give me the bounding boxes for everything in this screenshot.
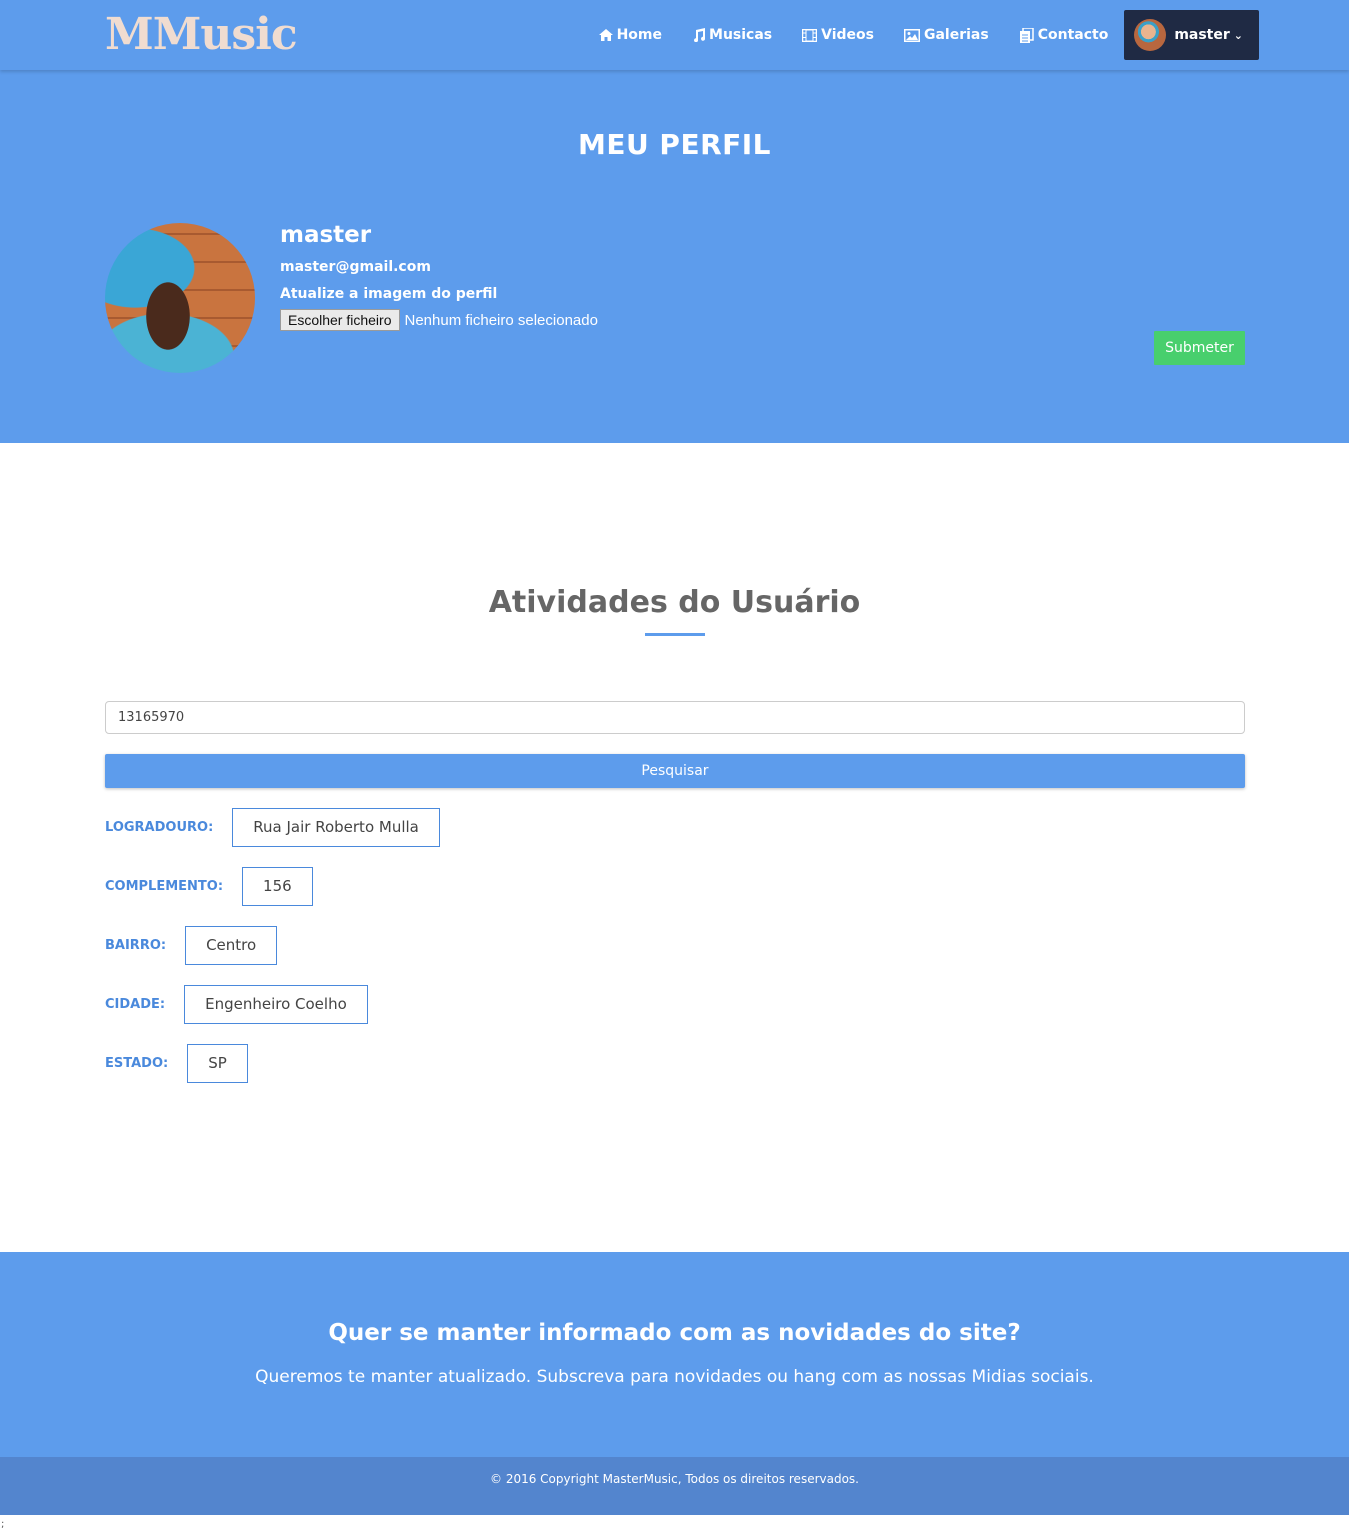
nav-item-musicas[interactable]: Musicas bbox=[692, 10, 772, 60]
main-nav: Home Musicas Videos Galerias Contacto ma… bbox=[569, 10, 1259, 60]
field-cidade: CIDADE: Engenheiro Coelho bbox=[105, 985, 368, 1024]
field-value: Engenheiro Coelho bbox=[184, 985, 368, 1024]
profile-name: master bbox=[280, 222, 372, 248]
submit-button[interactable]: Submeter bbox=[1154, 331, 1245, 365]
field-complemento: COMPLEMENTO: 156 bbox=[105, 867, 313, 906]
nav-item-label: Videos bbox=[821, 27, 874, 43]
file-input: Escolher ficheiro Nenhum ficheiro seleci… bbox=[280, 309, 598, 331]
field-label: BAIRRO: bbox=[105, 938, 167, 953]
picture-icon bbox=[903, 28, 920, 42]
navbar: MMusic Home Musicas Videos Galerias Cont… bbox=[0, 0, 1349, 70]
field-value: SP bbox=[187, 1044, 248, 1083]
profile-email: master@gmail.com bbox=[280, 259, 431, 275]
nav-item-home[interactable]: Home bbox=[598, 10, 663, 60]
field-label: COMPLEMENTO: bbox=[105, 879, 224, 894]
update-image-label: Atualize a imagem do perfil bbox=[280, 286, 498, 302]
field-label: LOGRADOURO: bbox=[105, 820, 214, 835]
field-value: Rua Jair Roberto Mulla bbox=[232, 808, 440, 847]
search-button[interactable]: Pesquisar bbox=[105, 754, 1245, 788]
field-estado: ESTADO: SP bbox=[105, 1044, 248, 1083]
nav-item-contacto[interactable]: Contacto bbox=[1019, 10, 1109, 60]
field-logradouro: LOGRADOURO: Rua Jair Roberto Mulla bbox=[105, 808, 440, 847]
nav-item-label: Contacto bbox=[1037, 27, 1109, 43]
copyright: © 2016 Copyright MasterMusic, Todos os d… bbox=[0, 1457, 1349, 1515]
film-icon bbox=[802, 28, 818, 42]
user-menu-name: master bbox=[1174, 27, 1230, 43]
nav-item-galerias[interactable]: Galerias bbox=[903, 10, 989, 60]
avatar bbox=[1134, 19, 1167, 51]
music-icon bbox=[694, 28, 706, 42]
choose-file-button[interactable]: Escolher ficheiro bbox=[280, 309, 400, 331]
cep-search-input[interactable] bbox=[105, 701, 1245, 734]
field-label: CIDADE: bbox=[105, 997, 166, 1012]
file-status: Nenhum ficheiro selecionado bbox=[404, 311, 598, 329]
site-logo[interactable]: MMusic bbox=[105, 10, 298, 60]
home-icon bbox=[598, 29, 613, 41]
nav-item-label: Home bbox=[616, 27, 663, 43]
field-value: 156 bbox=[242, 867, 313, 906]
page-title: MEU PERFIL bbox=[577, 128, 772, 161]
field-bairro: BAIRRO: Centro bbox=[105, 926, 278, 965]
chevron-down-icon: ⌄ bbox=[1233, 28, 1243, 42]
newsletter-text: Queremos te manter atualizado. Subscreva… bbox=[255, 1367, 1094, 1387]
profile-hero: MEU PERFIL master master@gmail.com Atual… bbox=[0, 70, 1349, 443]
document-icon bbox=[1019, 27, 1034, 43]
newsletter-title: Quer se manter informado com as novidade… bbox=[328, 1320, 1021, 1346]
section-title: Atividades do Usuário bbox=[488, 585, 861, 620]
nav-item-label: Galerias bbox=[923, 27, 989, 43]
field-value: Centro bbox=[185, 926, 278, 965]
user-menu[interactable]: master ⌄ bbox=[1124, 10, 1259, 60]
stray-text: ; bbox=[1, 1519, 5, 1530]
profile-avatar bbox=[105, 223, 255, 373]
newsletter-section: Quer se manter informado com as novidade… bbox=[0, 1252, 1349, 1457]
nav-item-label: Musicas bbox=[709, 27, 773, 43]
nav-item-videos[interactable]: Videos bbox=[802, 10, 874, 60]
title-underline bbox=[645, 633, 705, 636]
field-label: ESTADO: bbox=[105, 1056, 169, 1071]
